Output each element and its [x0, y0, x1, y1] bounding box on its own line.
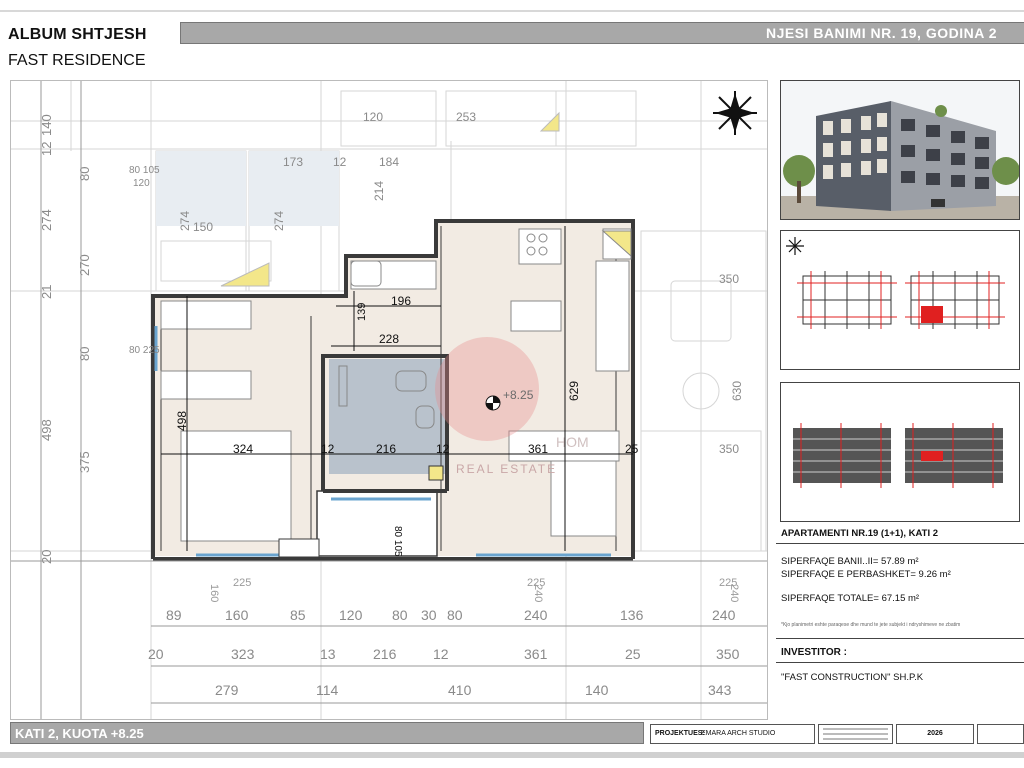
info-separator-3: [776, 662, 1024, 663]
dim-top-120: 120: [363, 110, 383, 124]
dim-bathroom-width: 216: [376, 442, 396, 456]
row2-361: 361: [524, 646, 548, 662]
row1-80b: 80: [447, 607, 463, 623]
floor-label-bar: KATI 2, KUOTA +8.25: [10, 722, 644, 744]
row3-343: 343: [708, 682, 732, 698]
info-separator: [776, 543, 1024, 544]
north-arrow-icon: [713, 91, 757, 135]
dim-wall-1: 12: [321, 442, 335, 456]
dim-window-80-225: 80 225: [129, 345, 160, 356]
dim-left-270: 270: [77, 254, 92, 276]
floor-plan: REAL ESTATE HOM +8.25 324 12 216 12 361 …: [10, 80, 768, 720]
sheet-box: [977, 724, 1024, 744]
dim-bedroom-width: 324: [233, 442, 253, 456]
dim-left-80b: 80: [77, 347, 92, 361]
designer-box: PROJEKTUES: EMARA ARCH STUDIO: [650, 724, 815, 744]
row1-85: 85: [290, 607, 306, 623]
dim-139: 139: [356, 303, 368, 321]
row2-20: 20: [148, 646, 164, 662]
section-key-plan: [780, 382, 1020, 522]
dim-sub-160: 160: [208, 584, 220, 602]
dim-top-173: 173: [283, 155, 303, 169]
dim-top-214: 214: [372, 181, 386, 201]
unit-title-bar: NJESI BANIMI NR. 19, GODINA 2: [180, 22, 1024, 44]
album-title: ALBUM SHTJESH: [8, 26, 147, 43]
disclaimer-note: *Kjo planimetri eshte paraqese dhe mund …: [781, 622, 961, 628]
investor-value: "FAST CONSTRUCTION" SH.P.K: [781, 672, 924, 683]
designer-label: PROJEKTUES:: [655, 730, 705, 737]
floor-label: KATI 2, KUOTA +8.25: [15, 726, 144, 741]
dim-sub-225b: 225: [527, 577, 545, 589]
row1-136: 136: [620, 607, 644, 623]
designer-value: EMARA ARCH STUDIO: [701, 730, 776, 737]
unit-title: NJESI BANIMI NR. 19, GODINA 2: [765, 25, 997, 41]
row2-323: 323: [231, 646, 255, 662]
floor-key-plan: [780, 230, 1020, 370]
row1-120: 120: [339, 607, 363, 623]
dim-bedroom-depth: 498: [175, 411, 189, 431]
dim-top-184: 184: [379, 155, 399, 169]
row1-30: 30: [421, 607, 437, 623]
stamp-box: [818, 724, 893, 744]
apartment-title: APARTAMENTI NR.19 (1+1), KATI 2: [781, 528, 939, 539]
dim-living-width: 361: [528, 442, 548, 456]
year: 2026: [927, 730, 943, 737]
project-name: FAST RESIDENCE: [8, 52, 146, 69]
watermark-text: REAL ESTATE: [456, 462, 557, 476]
row1-89: 89: [166, 607, 182, 623]
top-rule: [0, 10, 1024, 12]
row3-140: 140: [585, 682, 609, 698]
dim-sub-225c: 225: [719, 577, 737, 589]
row2-12: 12: [433, 646, 449, 662]
row1-80a: 80: [392, 607, 408, 623]
area-net: SIPERFAQE BANII..II= 57.89 m²: [781, 556, 919, 567]
row3-114: 114: [316, 682, 339, 698]
dim-top-150: 150: [193, 220, 213, 234]
dim-balcony-window: 80 105: [392, 526, 403, 557]
dim-top-274b: 274: [272, 211, 286, 231]
dim-living-depth: 629: [567, 381, 581, 401]
dim-hall-228: 228: [379, 332, 399, 346]
row1-240b: 240: [712, 607, 736, 623]
area-common: SIPERFAQE E PERBASHKET= 9.26 m²: [781, 569, 951, 580]
elevation-label: +8.25: [503, 388, 534, 402]
year-box: 2026: [896, 724, 974, 744]
dim-top-274a: 274: [178, 211, 192, 231]
dim-top-253: 253: [456, 110, 476, 124]
row2-13: 13: [320, 646, 336, 662]
dim-right-350b: 350: [719, 442, 739, 456]
info-separator-2: [776, 638, 1024, 639]
dim-left-375: 375: [77, 451, 92, 473]
dim-right-630: 630: [730, 381, 744, 401]
building-render: [780, 80, 1020, 220]
row2-350: 350: [716, 646, 740, 662]
row3-279: 279: [215, 682, 239, 698]
dim-sub-225a: 225: [233, 577, 251, 589]
row1-240a: 240: [524, 607, 548, 623]
dim-top-12: 12: [333, 155, 347, 169]
dim-wall-2: 12: [436, 442, 450, 456]
area-total: SIPERFAQE TOTALE= 67.15 m²: [781, 593, 920, 604]
row3-410: 410: [448, 682, 472, 698]
row2-216: 216: [373, 646, 397, 662]
dim-wall-3: 25: [625, 442, 639, 456]
dim-left-80a: 80: [77, 167, 92, 181]
bottom-rule: [0, 752, 1024, 758]
dim-hall-196: 196: [391, 294, 411, 308]
dim-window-80-105: 80 105: [129, 165, 160, 176]
dim-right-350a: 350: [719, 272, 739, 286]
row2-25: 25: [625, 646, 641, 662]
dim-window-120: 120: [133, 178, 150, 189]
investor-label: INVESTITOR :: [781, 647, 847, 658]
row1-160: 160: [225, 607, 249, 623]
watermark-logo-text: HOM: [556, 434, 589, 450]
